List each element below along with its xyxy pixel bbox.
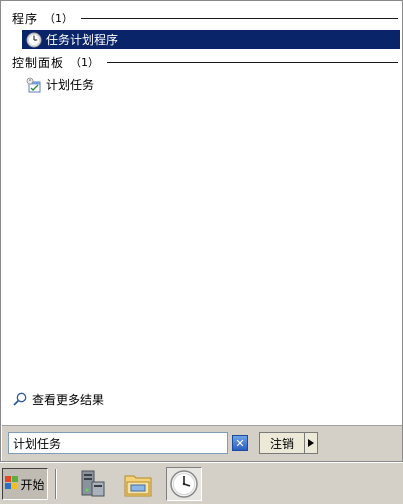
programs-group-count: （1） (44, 12, 74, 25)
search-bar: ✕ 注销 (2, 425, 402, 461)
control-panel-group-count: （1） (70, 56, 100, 69)
result-item-task-scheduler[interactable]: 任务计划程序 (22, 30, 400, 49)
clear-x-icon: ✕ (235, 436, 245, 450)
logoff-label: 注销 (269, 436, 294, 451)
group-divider (107, 61, 398, 63)
clock-icon (25, 31, 43, 49)
logoff-button[interactable]: 注销 (259, 432, 305, 454)
search-results-pane: 程序 （1） 任务计划程序 控制面板 （1） 计划任务 查看更多结果 (2, 2, 402, 424)
control-panel-group-title: 控制面板 (12, 55, 65, 70)
control-panel-group-header: 控制面板 （1） (12, 54, 398, 70)
programs-group-header: 程序 （1） (12, 10, 398, 26)
programs-group-title: 程序 (12, 11, 39, 26)
start-button[interactable]: 开始 (2, 468, 48, 500)
taskbar-separator (55, 469, 57, 499)
clock-icon[interactable] (166, 467, 202, 501)
server-manager-icon[interactable] (74, 467, 110, 501)
start-menu: 程序 （1） 任务计划程序 控制面板 （1） 计划任务 查看更多结果 计划任务 … (0, 0, 403, 462)
group-divider (81, 17, 398, 19)
result-item-label: 计划任务 (46, 78, 95, 92)
see-more-label: 查看更多结果 (32, 392, 105, 407)
result-item-scheduled-tasks[interactable]: 计划任务 (22, 75, 400, 94)
windows-logo-icon (5, 475, 19, 493)
shutdown-options-button[interactable] (304, 432, 318, 454)
file-explorer-icon[interactable] (120, 467, 156, 501)
triangle-right-icon (308, 436, 314, 450)
taskbar: 开始 (0, 462, 403, 504)
result-item-label: 任务计划程序 (46, 33, 119, 47)
scheduled-task-icon (25, 76, 43, 94)
see-more-results-link[interactable]: 查看更多结果 (12, 390, 104, 408)
clear-search-button[interactable]: ✕ (232, 435, 248, 451)
magnifier-icon (12, 391, 28, 407)
start-label: 开始 (20, 477, 45, 492)
search-input[interactable] (8, 432, 228, 454)
